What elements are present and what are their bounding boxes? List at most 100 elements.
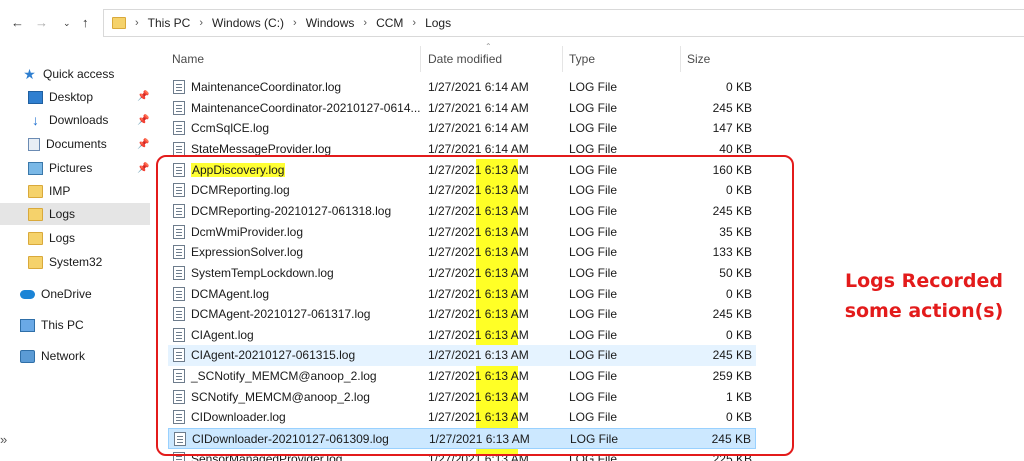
- pin-icon[interactable]: 📌: [137, 91, 149, 102]
- file-row[interactable]: DcmWmiProvider.log 1/27/2021 6:13 AM LOG F…: [168, 222, 756, 243]
- column-divider[interactable]: [562, 46, 563, 72]
- column-header-name[interactable]: Name: [172, 52, 204, 66]
- file-row[interactable]: DCMReporting-20210127-061318.log 1/27/202…: [168, 201, 756, 222]
- file-type: LOG File: [569, 162, 618, 177]
- sidebar-item-imp[interactable]: IMP: [28, 180, 152, 202]
- file-row[interactable]: SystemTempLockdown.log 1/27/2021 6:13 AM L…: [168, 263, 756, 284]
- breadcrumb-logs[interactable]: Logs: [425, 16, 451, 30]
- sidebar-item-onedrive[interactable]: OneDrive: [20, 283, 150, 305]
- sidebar-item-quick-access[interactable]: ★ Quick access: [22, 63, 172, 85]
- pin-icon[interactable]: 📌: [137, 139, 149, 150]
- column-header-type[interactable]: Type: [569, 52, 595, 66]
- file-row[interactable]: AppDiscovery.log 1/27/2021 6:13 AM LOG Fil…: [168, 160, 756, 181]
- file-row[interactable]: DCMAgent.log 1/27/2021 6:13 AM LOG File 0 K…: [168, 284, 756, 305]
- address-bar[interactable]: › This PC › Windows (C:) › Windows › CCM…: [103, 9, 1024, 37]
- chevron-right-icon[interactable]: ›: [135, 17, 139, 29]
- file-size: 0 KB: [725, 183, 752, 198]
- file-row[interactable]: MaintenanceCoordinator.log 1/27/2021 6:14…: [168, 77, 756, 98]
- log-file-icon: [173, 245, 185, 260]
- sort-caret-icon: ⌃: [485, 42, 492, 51]
- column-divider[interactable]: [420, 46, 421, 72]
- sidebar-item-logs[interactable]: Logs: [28, 227, 152, 249]
- column-header-date-modified[interactable]: Date modified: [428, 52, 502, 66]
- up-arrow-icon[interactable]: ↑: [82, 15, 89, 30]
- file-row[interactable]: CcmSqlCE.log 1/27/2021 6:14 AM LOG File 147…: [168, 118, 756, 139]
- breadcrumb-this-pc[interactable]: This PC: [148, 16, 191, 30]
- file-row[interactable]: DCMAgent-20210127-061317.log 1/27/2021 6:…: [168, 304, 756, 325]
- column-header-size[interactable]: Size: [687, 52, 710, 66]
- chevron-right-icon[interactable]: ›: [293, 17, 297, 29]
- column-divider[interactable]: [680, 46, 681, 72]
- file-type: LOG File: [570, 432, 619, 447]
- pin-icon[interactable]: 📌: [137, 163, 149, 174]
- file-name: DCMReporting.log: [191, 183, 290, 198]
- file-name: CIDownloader.log: [191, 410, 286, 425]
- file-row[interactable]: CIDownloader-20210127-061309.log 1/27/202…: [168, 428, 756, 450]
- file-row[interactable]: StateMessageProvider.log 1/27/2021 6:14 A…: [168, 139, 756, 160]
- recent-locations-chevron-icon[interactable]: ⌄: [63, 18, 71, 29]
- file-row[interactable]: SensorManagedProvider.log 1/27/2021 6:13 …: [168, 449, 756, 461]
- forward-arrow-icon[interactable]: →: [35, 15, 48, 30]
- file-row[interactable]: DCMReporting.log 1/27/2021 6:13 AM LOG Fil…: [168, 180, 756, 201]
- breadcrumb: › This PC › Windows (C:) › Windows › CCM…: [112, 16, 451, 30]
- file-row[interactable]: CIDownloader.log 1/27/2021 6:13 AM LOG Fil…: [168, 407, 756, 428]
- file-type: LOG File: [569, 410, 618, 425]
- file-row[interactable]: CIAgent.log 1/27/2021 6:13 AM LOG File 0 KB: [168, 325, 756, 346]
- folder-icon: [28, 184, 43, 198]
- file-name: ExpressionSolver.log: [191, 245, 304, 260]
- chevron-right-icon[interactable]: ›: [412, 17, 416, 29]
- log-file-icon: [173, 141, 185, 156]
- chevron-right-icon[interactable]: ›: [363, 17, 367, 29]
- file-row[interactable]: SCNotify_MEMCM@anoop_2.log 1/27/2021 6:13…: [168, 387, 756, 408]
- pin-icon[interactable]: 📌: [137, 115, 149, 126]
- sidebar-item-pictures[interactable]: Pictures: [28, 157, 152, 179]
- file-date-modified: 1/27/2021 6:13 AM: [428, 224, 529, 239]
- sidebar-item-label: Network: [41, 349, 86, 363]
- sidebar-item-documents[interactable]: Documents: [28, 133, 152, 155]
- file-type: LOG File: [569, 327, 618, 342]
- sidebar-item-desktop[interactable]: Desktop: [28, 86, 152, 108]
- folder-icon: [28, 231, 43, 245]
- folder-icon: [112, 17, 126, 29]
- download-icon: ↓: [32, 112, 39, 128]
- file-date-modified: 1/27/2021 6:13 AM: [428, 369, 529, 384]
- sidebar-item-label: OneDrive: [41, 287, 92, 301]
- chevron-right-icon[interactable]: ›: [199, 17, 203, 29]
- file-type: LOG File: [569, 121, 618, 136]
- sidebar-item-logs-selected[interactable]: Logs: [0, 203, 150, 225]
- breadcrumb-windows-c[interactable]: Windows (C:): [212, 16, 284, 30]
- expand-pane-chevron-icon[interactable]: »: [0, 432, 7, 447]
- computer-icon: [20, 318, 35, 332]
- sidebar-item-label: Desktop: [49, 90, 94, 104]
- sidebar-item-label: This PC: [41, 318, 84, 332]
- file-size: 245 KB: [712, 100, 752, 115]
- sidebar-item-network[interactable]: Network: [20, 345, 150, 367]
- sidebar-item-system32[interactable]: System32: [28, 251, 152, 273]
- breadcrumb-ccm[interactable]: CCM: [376, 16, 403, 30]
- annotation-line-2: some action(s): [844, 300, 1004, 322]
- file-row[interactable]: CIAgent-20210127-061315.log 1/27/2021 6:1…: [168, 345, 756, 367]
- log-file-icon: [173, 80, 185, 94]
- file-size: 0 KB: [725, 80, 752, 94]
- sidebar-item-label: Documents: [46, 137, 107, 151]
- file-row[interactable]: ExpressionSolver.log 1/27/2021 6:13 AM LOG…: [168, 242, 756, 263]
- file-name: CIDownloader-20210127-061309.log: [192, 432, 389, 447]
- sidebar-item-this-pc[interactable]: This PC: [20, 314, 150, 336]
- file-name: MaintenanceCoordinator-20210127-0614...: [191, 100, 421, 115]
- file-row[interactable]: MaintenanceCoordinator-20210127-0614... 1…: [168, 98, 756, 119]
- sidebar-item-label: Pictures: [49, 161, 93, 175]
- log-file-icon: [173, 162, 185, 177]
- sidebar-item-label: Logs: [49, 231, 76, 245]
- breadcrumb-windows[interactable]: Windows: [306, 16, 355, 30]
- file-row[interactable]: _SCNotify_MEMCM@anoop_2.log 1/27/2021 6:1…: [168, 366, 756, 387]
- folder-icon: [28, 255, 43, 269]
- file-date-modified: 1/27/2021 6:14 AM: [428, 121, 529, 136]
- address-toolbar: ← → ⌄ ↑ › This PC › Windows (C:) › Windo…: [0, 0, 1024, 46]
- sidebar-item-label: Quick access: [43, 67, 115, 81]
- log-file-icon: [173, 224, 185, 239]
- file-type: LOG File: [569, 100, 618, 115]
- sidebar-item-downloads[interactable]: ↓ Downloads: [28, 109, 152, 131]
- file-name: SensorManagedProvider.log: [191, 451, 343, 461]
- file-date-modified: 1/27/2021 6:13 AM: [428, 265, 529, 280]
- back-arrow-icon[interactable]: ←: [11, 15, 24, 30]
